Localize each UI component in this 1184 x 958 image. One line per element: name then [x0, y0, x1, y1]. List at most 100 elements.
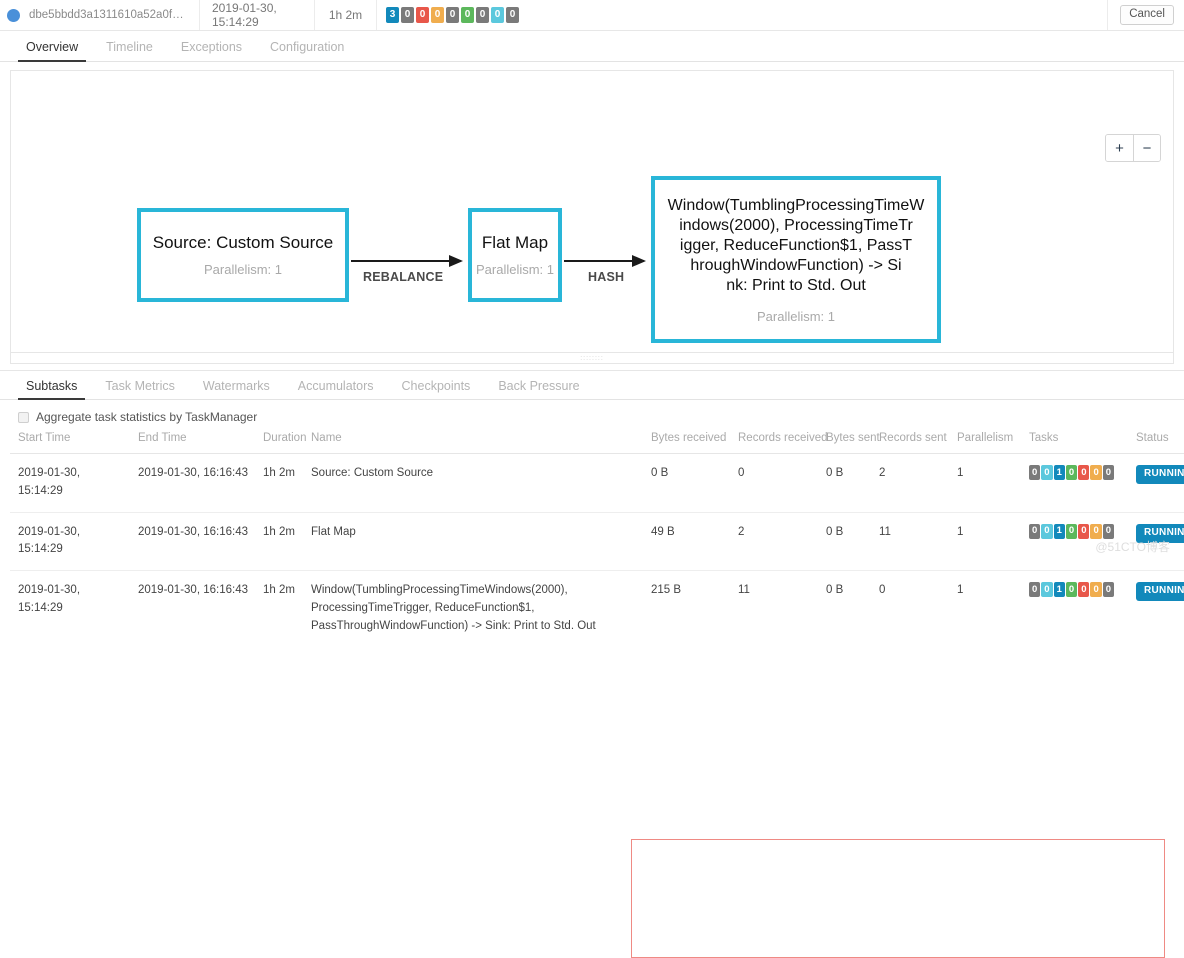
graph-node-window[interactable]: Window(TumblingProcessingTimeW indows(20…	[651, 176, 941, 343]
tab-accumulators[interactable]: Accumulators	[284, 379, 388, 400]
tab-configuration[interactable]: Configuration	[256, 40, 358, 62]
cell-bytes-sent: 0 B	[826, 584, 844, 597]
job-status-badge: 0	[416, 7, 429, 23]
node-parallelism: Parallelism: 1	[203, 262, 283, 278]
cell-records-sent: 11	[871, 512, 949, 572]
cell-records-sent: 2	[871, 453, 949, 513]
tab-timeline[interactable]: Timeline	[92, 40, 167, 62]
task-badge: 0	[1041, 465, 1053, 480]
tab-task-metrics[interactable]: Task Metrics	[91, 379, 188, 400]
node-title: Flat Map	[481, 232, 549, 252]
status-badge: RUNNING	[1136, 465, 1184, 484]
job-status-badge: 0	[491, 7, 504, 23]
cell-records-received: 2	[730, 512, 818, 572]
graph-node-flatmap[interactable]: Flat Map Parallelism: 1	[468, 208, 562, 302]
subtasks-table: Start Time End Time Duration Name Bytes …	[10, 430, 1184, 647]
col-records-received[interactable]: Records received	[730, 430, 827, 454]
tab-exceptions[interactable]: Exceptions	[167, 40, 256, 62]
cell-bytes-sent: 0 B	[818, 512, 871, 572]
col-bytes-received[interactable]: Bytes received	[643, 430, 730, 454]
edge-label-hash: HASH	[588, 270, 625, 284]
job-status-badge: 0	[506, 7, 519, 23]
job-graph-panel: + − Source: Custom Source Parallelism: 1…	[10, 70, 1174, 353]
zoom-out-button[interactable]: −	[1133, 135, 1160, 161]
col-duration[interactable]: Duration	[255, 430, 306, 454]
cell-records-received: 11	[738, 584, 750, 597]
table-row[interactable]: 2019-01-30, 15:14:29 2019-01-30, 16:16:43…	[10, 571, 1184, 647]
cell-bytes-received: 49 B	[643, 512, 730, 572]
col-records-sent[interactable]: Records sent	[871, 430, 949, 454]
annotation-highlight-box	[631, 839, 1165, 958]
panel-resize-handle[interactable]: ::::::::	[10, 353, 1174, 364]
job-status-dot-icon	[7, 8, 20, 22]
job-status-badge: 0	[431, 7, 444, 23]
job-header-bar: dbe5bbdd3a1311610a52a0f74457a1aa 2019-01…	[0, 0, 1184, 31]
tab-overview[interactable]: Overview	[12, 40, 92, 62]
task-badge-strip: 0010000	[1029, 465, 1124, 480]
node-title: Source: Custom Source	[152, 232, 334, 252]
zoom-controls: + −	[1105, 134, 1161, 162]
cell-parallelism: 1	[957, 584, 964, 597]
col-start-time[interactable]: Start Time	[10, 430, 130, 454]
node-title: Window(TumblingProcessingTimeW indows(20…	[667, 196, 925, 294]
watermark: @51CTO博客	[1095, 540, 1170, 554]
tab-subtasks[interactable]: Subtasks	[12, 379, 91, 400]
col-status[interactable]: Status	[1128, 430, 1184, 454]
task-badge: 0	[1078, 582, 1090, 598]
cancel-button[interactable]: Cancel	[1120, 4, 1174, 26]
task-badge: 0	[1102, 582, 1115, 598]
task-badge: 0	[1029, 523, 1041, 539]
col-end-time[interactable]: End Time	[130, 430, 255, 454]
task-badge: 0	[1078, 523, 1090, 539]
job-status-badges: 300000000	[377, 0, 531, 30]
job-start-time: 2019-01-30, 15:14:29	[200, 0, 315, 30]
cell-tasks: 0010000	[1021, 571, 1128, 647]
tab-back-pressure[interactable]: Back Pressure	[484, 379, 593, 400]
task-badge: 0	[1090, 523, 1102, 539]
job-status-badge: 0	[401, 7, 414, 23]
cell-duration: 1h 2m	[255, 512, 303, 572]
cell-start-time: 2019-01-30, 15:14:29	[10, 512, 130, 572]
cancel-cell: Cancel	[1108, 0, 1184, 30]
cell-end-time: 2019-01-30, 16:16:43	[130, 512, 255, 572]
cell-name: Source: Custom Source	[303, 453, 643, 513]
aggregate-label: Aggregate task statistics by TaskManager	[36, 410, 258, 424]
col-tasks[interactable]: Tasks	[1021, 430, 1128, 454]
task-badge-strip: 0010000	[1029, 582, 1124, 598]
graph-node-source[interactable]: Source: Custom Source Parallelism: 1	[137, 208, 349, 302]
cell-duration: 1h 2m	[263, 584, 295, 597]
aggregate-checkbox[interactable]	[18, 411, 29, 423]
cell-status: RUNNING	[1128, 571, 1184, 647]
cell-name: Window(TumblingProcessingTimeWindows(200…	[311, 584, 596, 632]
main-tab-bar: Overview Timeline Exceptions Configuration	[0, 31, 1184, 62]
cell-parallelism: 1	[949, 512, 1021, 572]
cell-bytes-sent: 0 B	[818, 453, 871, 513]
cell-duration: 1h 2m	[255, 453, 303, 513]
aggregate-toggle-row[interactable]: Aggregate task statistics by TaskManager	[0, 400, 1184, 430]
zoom-in-button[interactable]: +	[1106, 135, 1133, 161]
header-spacer	[531, 0, 1109, 30]
tab-checkpoints[interactable]: Checkpoints	[388, 379, 485, 400]
task-badge: 0	[1041, 523, 1053, 539]
col-bytes-sent[interactable]: Bytes sent	[818, 430, 880, 454]
node-parallelism: Parallelism: 1	[475, 262, 555, 278]
task-badge: 0	[1029, 465, 1041, 480]
edge-label-rebalance: REBALANCE	[363, 270, 444, 284]
job-status-badge: 3	[386, 7, 399, 23]
table-row[interactable]: 2019-01-30, 15:14:29 2019-01-30, 16:16:43…	[10, 453, 1184, 513]
task-badge: 0	[1065, 582, 1078, 598]
cell-records-received: 0	[730, 453, 818, 513]
table-row[interactable]: 2019-01-30, 15:14:29 2019-01-30, 16:16:43…	[10, 512, 1184, 572]
task-badge: 0	[1041, 582, 1053, 598]
subtasks-table-area: Start Time End Time Duration Name Bytes …	[0, 430, 1184, 958]
detail-tab-bar: Subtasks Task Metrics Watermarks Accumulato…	[0, 370, 1184, 400]
cell-bytes-received: 0 B	[643, 453, 730, 513]
col-parallelism[interactable]: Parallelism	[949, 430, 1021, 454]
job-id-cell: dbe5bbdd3a1311610a52a0f74457a1aa	[0, 0, 200, 30]
task-badge: 0	[1090, 465, 1102, 480]
task-badge: 1	[1053, 465, 1065, 480]
col-name[interactable]: Name	[303, 430, 643, 454]
tab-watermarks[interactable]: Watermarks	[189, 379, 284, 400]
cell-start-time: 2019-01-30, 15:14:29	[18, 584, 81, 615]
task-badge-strip: 0010000	[1029, 523, 1124, 539]
